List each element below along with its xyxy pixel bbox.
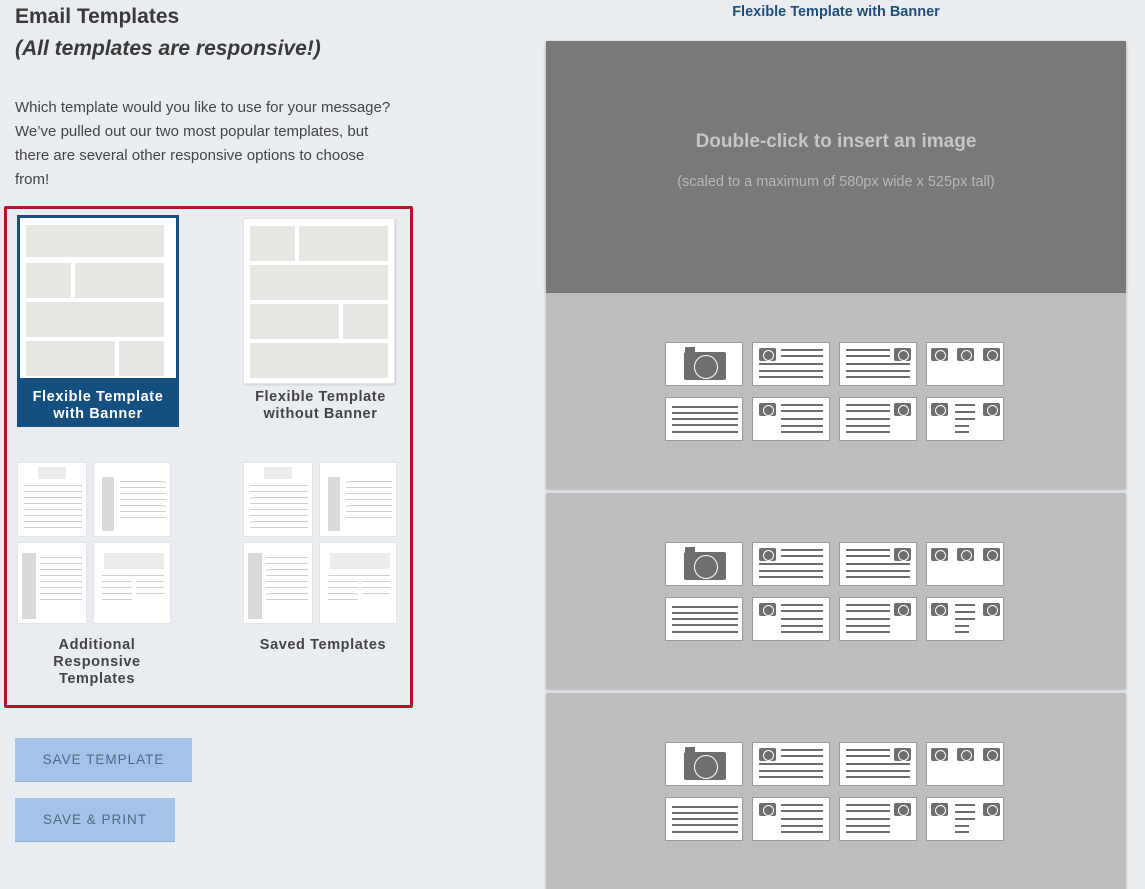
- preview-title: Flexible Template with Banner: [732, 4, 940, 20]
- template-option-flexible-with-banner[interactable]: Flexible Template with Banner: [17, 215, 179, 427]
- layout-option-block[interactable]: [752, 542, 830, 586]
- camera-icon: [931, 603, 948, 616]
- template-panel: Email Templates (All templates are respo…: [0, 0, 430, 849]
- mini-thumbnail: [93, 462, 171, 537]
- save-template-button[interactable]: SAVE TEMPLATE: [15, 738, 192, 782]
- camera-icon: [983, 603, 1000, 616]
- template-option-saved-templates[interactable]: Saved Templates: [243, 462, 403, 662]
- layout-option-block[interactable]: [839, 797, 917, 841]
- layout-option-block[interactable]: [752, 742, 830, 786]
- camera-icon: [759, 748, 776, 761]
- layout-option-block[interactable]: [752, 797, 830, 841]
- mini-thumbnail: [243, 542, 313, 624]
- template-label: Saved Templates: [259, 637, 387, 653]
- layout-option-block[interactable]: [665, 597, 743, 641]
- intro-text: Which template would you like to use for…: [15, 99, 391, 188]
- banner-image-placeholder[interactable]: Double-click to insert an image (scaled …: [546, 41, 1126, 293]
- mini-thumbnail: [319, 542, 397, 624]
- template-thumbnail: [243, 218, 395, 384]
- template-option-flexible-without-banner[interactable]: Flexible Template without Banner: [243, 218, 398, 428]
- save-print-button[interactable]: SAVE & PRINT: [15, 798, 175, 842]
- layout-option-block[interactable]: [926, 597, 1004, 641]
- camera-icon: [931, 348, 948, 361]
- layout-option-block[interactable]: [752, 397, 830, 441]
- camera-icon: [894, 548, 911, 561]
- camera-icon: [931, 748, 948, 761]
- camera-icon: [983, 803, 1000, 816]
- layout-option-block[interactable]: [926, 797, 1004, 841]
- template-option-additional-responsive[interactable]: Additional Responsive Templates: [17, 462, 177, 692]
- camera-icon: [894, 348, 911, 361]
- layout-option-block[interactable]: [665, 397, 743, 441]
- template-preview: Flexible Template with Banner Double-cli…: [527, 0, 1145, 889]
- camera-icon: [759, 603, 776, 616]
- camera-icon: [894, 803, 911, 816]
- page-subtitle: (All templates are responsive!): [15, 37, 321, 60]
- camera-icon: [759, 348, 776, 361]
- camera-icon: [684, 747, 726, 780]
- camera-icon: [931, 803, 948, 816]
- camera-icon: [894, 603, 911, 616]
- mini-thumbnail: [243, 462, 313, 537]
- layout-option-block[interactable]: [839, 542, 917, 586]
- camera-icon: [931, 403, 948, 416]
- camera-icon: [759, 803, 776, 816]
- mini-thumbnail: [17, 462, 87, 537]
- layout-option-block[interactable]: [926, 742, 1004, 786]
- camera-icon: [957, 548, 974, 561]
- camera-icon: [684, 347, 726, 380]
- layout-option-block[interactable]: [926, 542, 1004, 586]
- template-label: Flexible Template with Banner: [32, 389, 164, 422]
- layout-option-block[interactable]: [839, 597, 917, 641]
- banner-instruction: Double-click to insert an image: [695, 131, 977, 152]
- layout-option-block[interactable]: [839, 397, 917, 441]
- template-thumbnail: [20, 218, 176, 378]
- page-title: Email Templates: [15, 5, 180, 28]
- layout-option-block[interactable]: [665, 797, 743, 841]
- layout-option-block[interactable]: [665, 342, 743, 386]
- camera-icon: [894, 748, 911, 761]
- camera-icon: [983, 748, 1000, 761]
- content-section[interactable]: [546, 493, 1126, 689]
- camera-icon: [983, 403, 1000, 416]
- template-label: Additional Responsive Templates: [53, 637, 141, 687]
- camera-icon: [957, 348, 974, 361]
- template-label: Flexible Template without Banner: [255, 389, 386, 422]
- camera-icon: [983, 348, 1000, 361]
- camera-icon: [957, 748, 974, 761]
- camera-icon: [759, 403, 776, 416]
- mini-thumbnail: [17, 542, 87, 624]
- banner-size-hint: (scaled to a maximum of 580px wide x 525…: [677, 174, 995, 190]
- camera-icon: [684, 547, 726, 580]
- camera-icon: [759, 548, 776, 561]
- content-section[interactable]: [546, 693, 1126, 889]
- camera-icon: [894, 403, 911, 416]
- layout-option-block[interactable]: [926, 342, 1004, 386]
- layout-option-block[interactable]: [839, 342, 917, 386]
- layout-option-block[interactable]: [665, 542, 743, 586]
- layout-option-block[interactable]: [752, 342, 830, 386]
- layout-option-block[interactable]: [926, 397, 1004, 441]
- layout-option-block[interactable]: [752, 597, 830, 641]
- mini-thumbnail: [93, 542, 171, 624]
- layout-option-block[interactable]: [665, 742, 743, 786]
- template-chooser: Flexible Template with Banner Flexible T…: [4, 206, 413, 708]
- camera-icon: [983, 548, 1000, 561]
- mini-thumbnail: [319, 462, 397, 537]
- content-section[interactable]: [546, 293, 1126, 489]
- layout-option-block[interactable]: [839, 742, 917, 786]
- camera-icon: [931, 548, 948, 561]
